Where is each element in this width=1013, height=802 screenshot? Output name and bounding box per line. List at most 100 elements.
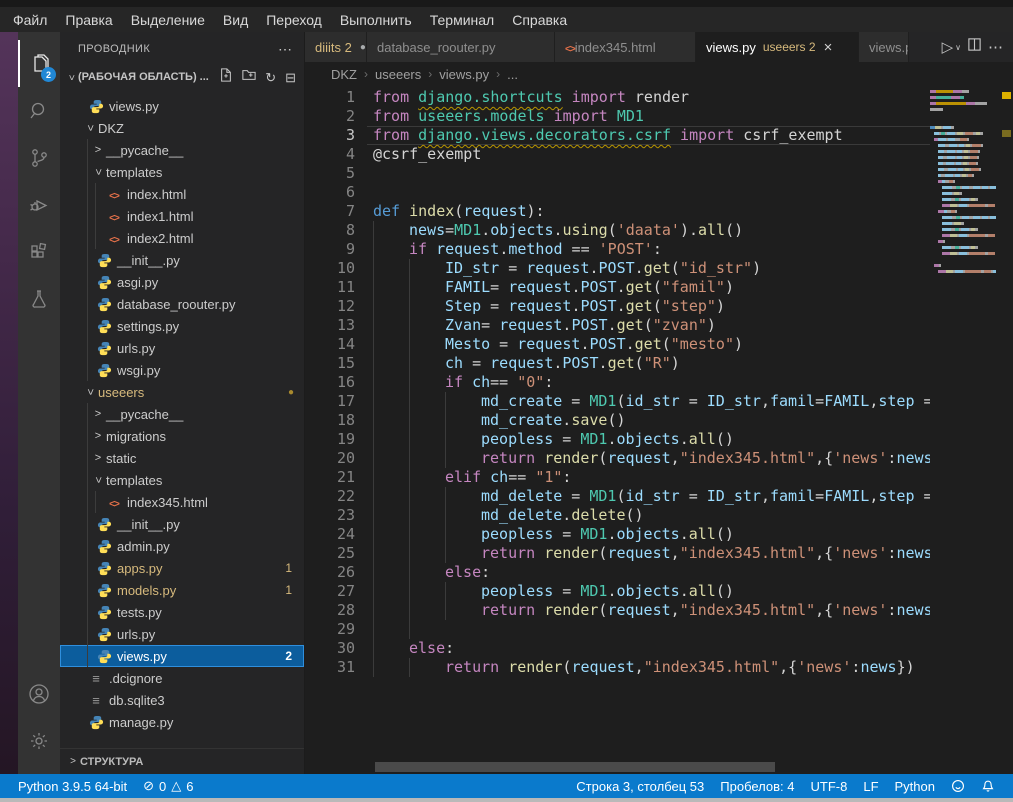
tree-item-database_roouter-py[interactable]: database_roouter.py [60,293,304,315]
breadcrumb-item[interactable]: useeers [375,67,421,82]
tree-item-models-py[interactable]: models.py1 [60,579,304,601]
tab-diiits-2[interactable]: diiits 2● [305,32,367,62]
tree-item-admin-py[interactable]: admin.py [60,535,304,557]
run-file-button[interactable]: ▷∨ [942,38,961,56]
menu-item[interactable]: Справка [503,10,576,30]
code-token: if [409,240,436,258]
tree-folder-DKZ[interactable]: >DKZ [60,117,304,139]
explorer-icon[interactable]: 2 [18,40,60,87]
problems-status[interactable]: ⊘ 0 △ 6 [135,778,201,794]
tree-item-index2-html[interactable]: <>index2.html [60,227,304,249]
tree-item-index345-html[interactable]: <>index345.html [60,491,304,513]
indent-guide [409,582,445,601]
editor-more-actions-icon[interactable]: ⋯ [988,38,1003,56]
py-file-icon [96,561,112,576]
breadcrumb-item[interactable]: views.py [439,67,489,82]
workspace-section-header[interactable]: > (РАБОЧАЯ ОБЛАСТЬ) ... ↻ ⊟ [60,66,304,88]
tree-item--dcignore[interactable]: ≡.dcignore [60,667,304,689]
tree-item-label: __pycache__ [106,407,183,422]
extensions-icon[interactable] [18,228,60,275]
breadcrumb-item[interactable]: DKZ [331,67,357,82]
code-line-30: else: [373,639,930,658]
tree-item-apps-py[interactable]: apps.py1 [60,557,304,579]
tab-database_roouter-py[interactable]: database_roouter.py [367,32,555,62]
minimap[interactable] [930,88,1000,274]
indent-guide [409,506,445,525]
overview-ruler[interactable] [1000,86,1013,774]
account-icon[interactable] [18,670,60,717]
breadcrumb-separator: › [496,67,500,81]
code-token: : [544,373,553,391]
tab-views-py[interactable]: views.pyuseeers 2× [696,32,859,62]
menu-item[interactable]: Переход [257,10,331,30]
tree-item-asgi-py[interactable]: asgi.py [60,271,304,293]
run-debug-icon[interactable] [18,181,60,228]
tree-item-urls-py[interactable]: urls.py [60,337,304,359]
feedback-icon[interactable] [943,779,973,793]
tree-item-wsgi-py[interactable]: wsgi.py [60,359,304,381]
tree-folder-templates[interactable]: >templates [60,469,304,491]
search-icon[interactable] [18,87,60,134]
code-token: import [563,88,635,106]
tree-folder-useeers[interactable]: >useeers● [60,381,304,403]
close-icon[interactable]: × [824,39,833,56]
explorer-sidebar: ПРОВОДНИК ⋯ > (РАБОЧАЯ ОБЛАСТЬ) ... ↻ ⊟ … [60,32,305,774]
code-token: = [481,316,499,334]
menu-item[interactable]: Правка [56,10,121,30]
status-item[interactable]: Пробелов: 4 [712,779,802,794]
tree-item-settings-py[interactable]: settings.py [60,315,304,337]
split-editor-icon[interactable] [967,37,982,57]
code-token: request [571,658,634,676]
tree-folder-__pycache__[interactable]: >__pycache__ [60,403,304,425]
code-token: , [671,601,680,619]
code-token: django.views.decorators.csrf [418,126,671,144]
tree-item-views-py[interactable]: views.py2 [60,645,304,667]
notifications-bell-icon[interactable] [973,779,1003,793]
tree-folder-static[interactable]: >static [60,447,304,469]
chevron-right-icon: > [90,430,106,442]
tree-item-manage-py[interactable]: manage.py [60,711,304,733]
tree-item-urls-py[interactable]: urls.py [60,623,304,645]
testing-icon[interactable] [18,275,60,322]
indent-guide [373,278,409,297]
menu-item[interactable]: Вид [214,10,257,30]
menu-item[interactable]: Выделение [122,10,214,30]
tab-views-py[interactable]: views.py [859,32,909,62]
code-token: . [617,297,626,315]
new-file-icon[interactable] [219,68,233,87]
menu-item[interactable]: Выполнить [331,10,421,30]
tree-item-views-py[interactable]: views.py [60,95,304,117]
tree-folder-templates[interactable]: >templates [60,161,304,183]
tree-item-db-sqlite3[interactable]: ≡db.sqlite3 [60,689,304,711]
tree-item-__init__-py[interactable]: __init__.py [60,513,304,535]
menu-item[interactable]: Файл [4,10,56,30]
outline-section-header[interactable]: > СТРУКТУРА [60,748,304,774]
settings-gear-icon[interactable] [18,717,60,764]
code-token: news [896,601,930,619]
tree-item-index-html[interactable]: <>index.html [60,183,304,205]
status-item[interactable]: Строка 3, столбец 53 [568,779,712,794]
tree-item-__init__-py[interactable]: __init__.py [60,249,304,271]
tree-item-index1-html[interactable]: <>index1.html [60,205,304,227]
status-item[interactable]: Python [887,779,943,794]
new-folder-icon[interactable] [242,68,256,87]
python-interpreter-status[interactable]: Python 3.9.5 64-bit [10,779,135,794]
collapse-folders-icon[interactable]: ⊟ [285,71,296,84]
tree-item-tests-py[interactable]: tests.py [60,601,304,623]
code-token: 'news' [833,544,887,562]
more-actions-icon[interactable]: ⋯ [278,41,292,58]
source-control-icon[interactable] [18,134,60,181]
tree-item-label: .dcignore [109,671,162,686]
menu-item[interactable]: Терминал [421,10,503,30]
tree-folder-__pycache__[interactable]: >__pycache__ [60,139,304,161]
status-item[interactable]: UTF-8 [803,779,856,794]
tab-index345-html[interactable]: <>index345.html [555,32,696,62]
editor[interactable]: 1234567891011121314151617181920212223242… [305,86,1013,774]
code-token: . [590,259,599,277]
status-item[interactable]: LF [855,779,886,794]
horizontal-scrollbar[interactable] [375,762,775,772]
code-token: ( [608,221,617,239]
breadcrumb-item[interactable]: ... [507,67,518,82]
refresh-icon[interactable]: ↻ [265,71,276,84]
tree-folder-migrations[interactable]: >migrations [60,425,304,447]
